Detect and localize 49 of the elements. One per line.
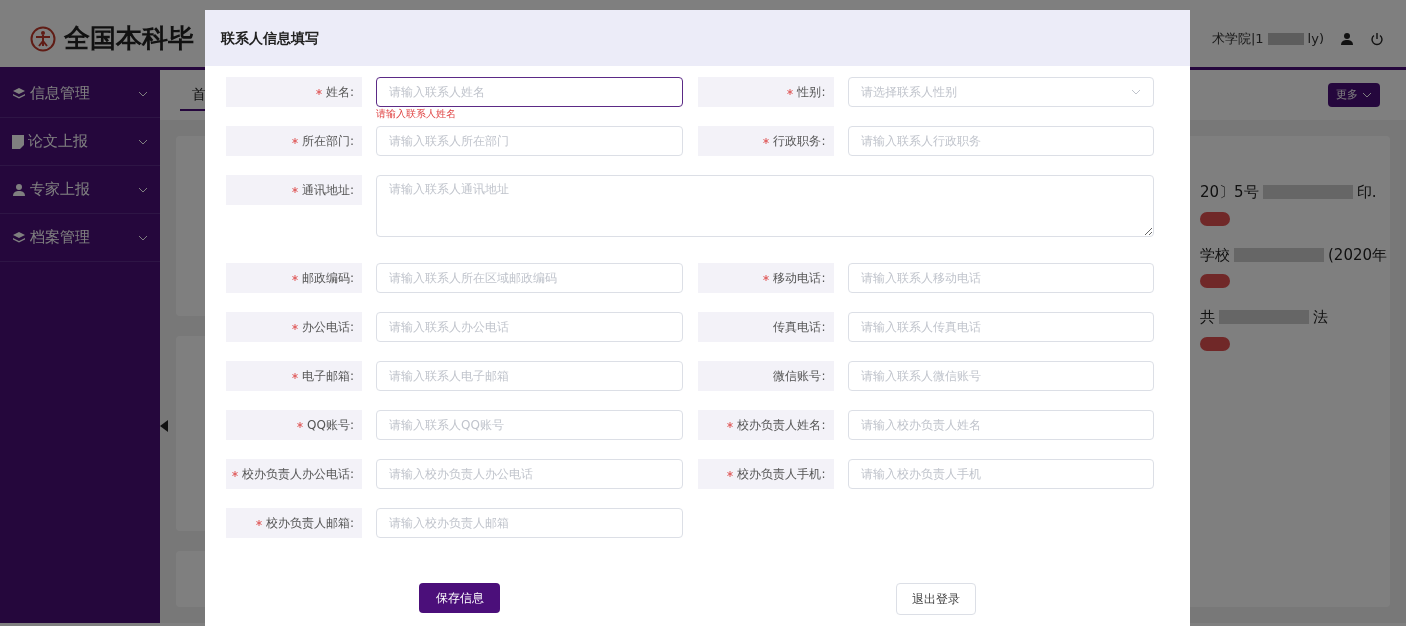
tag (1200, 211, 1230, 226)
field-label: 通讯地址: (301, 182, 354, 199)
field-label: 电子邮箱: (301, 368, 354, 385)
layers-icon (12, 86, 26, 101)
notice-title[interactable]: 20〕5号 (1200, 181, 1259, 204)
field-label: 校办负责人手机: (737, 466, 826, 483)
field-label: QQ账号: (307, 417, 354, 434)
field-label: 所在部门: (301, 133, 354, 150)
field-label: 办公电话: (301, 319, 354, 336)
user-name: ly) (1307, 29, 1324, 48)
field-label: 移动电话: (773, 270, 826, 287)
notice-title[interactable]: 共 (1200, 306, 1215, 329)
user-icon[interactable] (1340, 31, 1354, 46)
save-button[interactable]: 保存信息 (419, 583, 500, 613)
chevron-down-icon (1362, 92, 1372, 98)
notice-title[interactable]: 法 (1313, 306, 1328, 329)
field-label: 校办负责人邮箱: (265, 515, 354, 532)
field-label: 校办负责人姓名: (737, 417, 826, 434)
input-field[interactable]: 请输入联系人姓名 (376, 77, 683, 107)
address-textarea[interactable]: 请输入联系人通讯地址 (376, 175, 1154, 237)
site-title: 全国本科毕 (64, 22, 194, 55)
logo-icon (30, 25, 56, 52)
layers-icon (12, 230, 26, 245)
field-label: 传真电话: (773, 319, 826, 336)
error-message: 请输入联系人姓名 (376, 107, 456, 121)
users-icon (12, 182, 26, 197)
more-button[interactable]: 更多 (1328, 82, 1380, 108)
notice-title[interactable]: 学校 (1200, 243, 1230, 266)
tag (1200, 274, 1230, 288)
chevron-down-icon (1131, 89, 1141, 95)
power-icon[interactable] (1370, 31, 1384, 46)
field-label: 姓名: (325, 84, 354, 101)
user-name: 术学院|1 (1211, 29, 1264, 48)
notice-title[interactable]: (2020年 (1328, 243, 1388, 266)
field-label: 性别: (797, 84, 826, 101)
chevron-down-icon (138, 90, 148, 97)
tag (1200, 336, 1230, 351)
dialog-title: 联系人信息填写 (221, 28, 319, 48)
field-label: 微信账号: (773, 368, 826, 385)
chevron-down-icon (138, 138, 148, 145)
field-label: 行政职务: (773, 133, 826, 150)
document-icon (12, 134, 24, 149)
chevron-down-icon (138, 186, 148, 193)
logout-button[interactable]: 退出登录 (896, 583, 976, 615)
blurred-text (1267, 32, 1304, 45)
field-label: 校办负责人办公电话: (241, 466, 354, 483)
field-label: 邮政编码: (301, 270, 354, 287)
chevron-down-icon (138, 234, 148, 241)
notice-title[interactable]: 印. (1356, 181, 1377, 204)
